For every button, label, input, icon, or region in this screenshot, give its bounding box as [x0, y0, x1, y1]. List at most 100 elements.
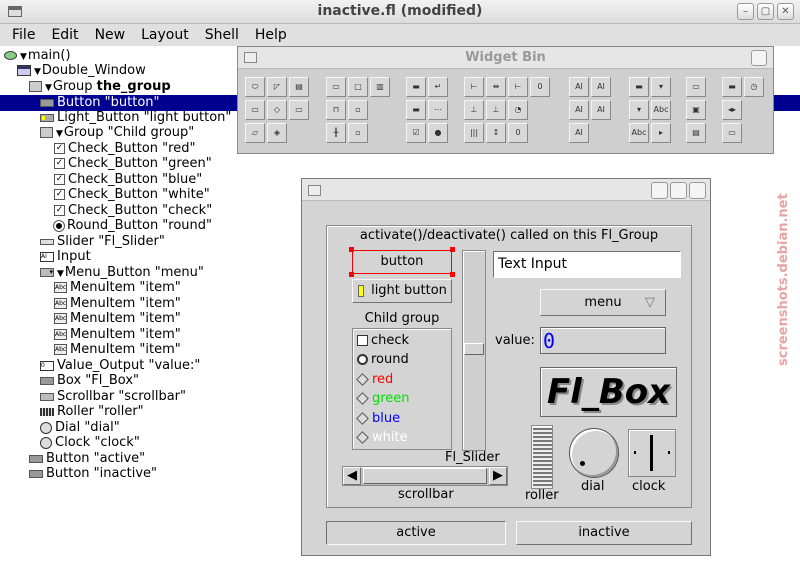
tree-node-window[interactable]: ▼Double_Window	[17, 63, 146, 79]
slider-thumb[interactable]	[464, 343, 484, 355]
widget-class-tool-icon[interactable]: ▭	[289, 100, 309, 120]
tree-node-clock[interactable]: Clock "clock"	[40, 435, 140, 451]
tree-node-check-check[interactable]: ✓ Check_Button "check"	[54, 203, 212, 219]
white-item[interactable]: white	[356, 428, 408, 447]
choice-tool-icon[interactable]: ▾	[629, 100, 649, 120]
tabs-tool-icon[interactable]: ⊓	[326, 100, 346, 120]
input-tool-icon[interactable]: AI	[569, 77, 589, 97]
check-button-tool-icon[interactable]: ☑	[406, 123, 426, 143]
scroll-right-button[interactable]: ▶	[489, 467, 507, 485]
tree-node-dial[interactable]: Dial "dial"	[40, 420, 120, 436]
decl-tool-icon[interactable]: ◇	[267, 100, 287, 120]
slider-tool-icon[interactable]: ⊢	[464, 77, 484, 97]
tree-node-child-group[interactable]: ▼Group "Child group"	[40, 125, 194, 141]
light-button-tool-icon[interactable]: ▬	[406, 100, 426, 120]
check-browser-tool-icon[interactable]: ▣	[686, 100, 706, 120]
tree-node-input[interactable]: AI Input	[40, 249, 91, 265]
inactive-button[interactable]: inactive	[516, 521, 692, 545]
wizard-tool-icon[interactable]: ▫	[348, 123, 368, 143]
input-choice-tool-icon[interactable]: ▸	[651, 123, 671, 143]
button-widget[interactable]: button	[352, 250, 452, 274]
menu-help[interactable]: Help	[247, 24, 295, 46]
data-tool-icon[interactable]: ▱	[245, 123, 265, 143]
repeat-button-tool-icon[interactable]: ⋯	[428, 100, 448, 120]
menu-file[interactable]: File	[4, 24, 43, 46]
close-button[interactable]	[751, 50, 767, 66]
round-item[interactable]: round	[357, 350, 409, 369]
green-item[interactable]: green	[356, 389, 410, 408]
function-tool-icon[interactable]: ⬭	[245, 77, 265, 97]
tile-tool-icon[interactable]: ╫	[326, 123, 346, 143]
output-tool-icon[interactable]: AI	[591, 77, 611, 97]
class-tool-icon[interactable]: ▭	[245, 100, 265, 120]
counter-tool-icon[interactable]: ⊥	[486, 100, 506, 120]
slider-widget[interactable]	[462, 250, 486, 451]
submenu-tool-icon[interactable]: Abc	[629, 123, 649, 143]
clock-tool-icon[interactable]: ◷	[744, 77, 764, 97]
tree-node-inactive[interactable]: Button "inactive"	[29, 466, 157, 482]
scroll-left-button[interactable]: ◀	[343, 467, 361, 485]
tree-node-round[interactable]: Round_Button "round"	[54, 218, 212, 234]
menu-new[interactable]: New	[87, 24, 134, 46]
help-view-tool-icon[interactable]: ◂▸	[722, 100, 742, 120]
roller-tool-icon[interactable]: |||	[464, 123, 484, 143]
tree-node-box[interactable]: Box "Fl_Box"	[40, 373, 139, 389]
value-input-tool-icon[interactable]: 0	[508, 123, 528, 143]
blue-item[interactable]: blue	[356, 409, 400, 428]
progress-tool-icon[interactable]: ▭	[722, 123, 742, 143]
file-input-tool-icon[interactable]: AI	[569, 123, 589, 143]
value-slider-tool-icon[interactable]: ⊢	[508, 77, 528, 97]
menu-item-tool-icon[interactable]: Abc	[651, 100, 671, 120]
maximize-button[interactable]	[670, 182, 687, 199]
roller-widget[interactable]	[531, 425, 553, 489]
menu-bar-tool-icon[interactable]: ▬	[629, 77, 649, 97]
value-output-tool-icon[interactable]: 0	[530, 77, 550, 97]
window-tool-icon[interactable]: ▭	[326, 77, 346, 97]
check-item[interactable]: check	[357, 331, 409, 350]
close-button[interactable]: ✕	[777, 3, 794, 20]
tree-node-scrollbar[interactable]: Scrollbar "scrollbar"	[40, 389, 186, 405]
button-tool-icon[interactable]: ▬	[406, 77, 426, 97]
round-button-tool-icon[interactable]: ●	[428, 123, 448, 143]
minimize-button[interactable]	[651, 182, 668, 199]
red-item[interactable]: red	[356, 370, 393, 389]
tree-node-value-output[interactable]: 0 Value_Output "value:"	[40, 358, 200, 374]
scroll-tool-icon[interactable]: ▫	[348, 100, 368, 120]
minimize-button[interactable]: –	[737, 3, 754, 20]
maximize-button[interactable]: ▢	[757, 3, 774, 20]
box-tool-icon[interactable]: ▬	[722, 77, 742, 97]
tree-node-menuitem[interactable]: Abc MenuItem "item"	[54, 280, 181, 296]
menu-edit[interactable]: Edit	[43, 24, 86, 46]
declblock-tool-icon[interactable]: ◈	[267, 123, 287, 143]
tree-node-check-red[interactable]: ✓ Check_Button "red"	[54, 141, 195, 157]
text-editor-tool-icon[interactable]: AI	[569, 100, 589, 120]
text-input-field[interactable]: Text Input	[493, 251, 681, 278]
text-display-tool-icon[interactable]: AI	[591, 100, 611, 120]
tree-node-light-button[interactable]: Light_Button "light button"	[40, 110, 231, 126]
comment-tool-icon[interactable]: ▤	[289, 77, 309, 97]
file-browser-tool-icon[interactable]: ▤	[686, 123, 706, 143]
spinner-tool-icon[interactable]: ↕	[486, 123, 506, 143]
tree-node-menuitem[interactable]: Abc MenuItem "item"	[54, 342, 181, 358]
tree-node-check-green[interactable]: ✓ Check_Button "green"	[54, 156, 212, 172]
tree-node-check-white[interactable]: ✓ Check_Button "white"	[54, 187, 210, 203]
menu-layout[interactable]: Layout	[133, 24, 197, 46]
browser-tool-icon[interactable]: ▭	[686, 77, 706, 97]
tree-node-slider[interactable]: Slider "Fl_Slider"	[40, 234, 165, 250]
tree-node-group[interactable]: ▼Group the_group	[29, 79, 171, 95]
tree-node-menuitem[interactable]: Abc MenuItem "item"	[54, 296, 181, 312]
menu-button[interactable]: menu ▽	[540, 289, 666, 316]
tree-node-active[interactable]: Button "active"	[29, 451, 145, 467]
dial-tool-icon[interactable]: ◔	[508, 100, 528, 120]
tree-node-check-blue[interactable]: ✓ Check_Button "blue"	[54, 172, 202, 188]
light-button-widget[interactable]: light button	[352, 279, 452, 303]
tree-node-menu-button[interactable]: ▾ ▼Menu_Button "menu"	[40, 265, 204, 281]
menu-shell[interactable]: Shell	[197, 24, 247, 46]
scrollbar-widget[interactable]: ◀ ▶	[342, 466, 508, 486]
adjuster-tool-icon[interactable]: ⊥	[464, 100, 484, 120]
scrollbar-thumb[interactable]	[363, 468, 487, 484]
group-tool-icon[interactable]: □	[348, 77, 368, 97]
tree-node-menuitem[interactable]: Abc MenuItem "item"	[54, 327, 181, 343]
tree-node-main[interactable]: ▼main()	[4, 48, 71, 64]
code-tool-icon[interactable]: ◸	[267, 77, 287, 97]
